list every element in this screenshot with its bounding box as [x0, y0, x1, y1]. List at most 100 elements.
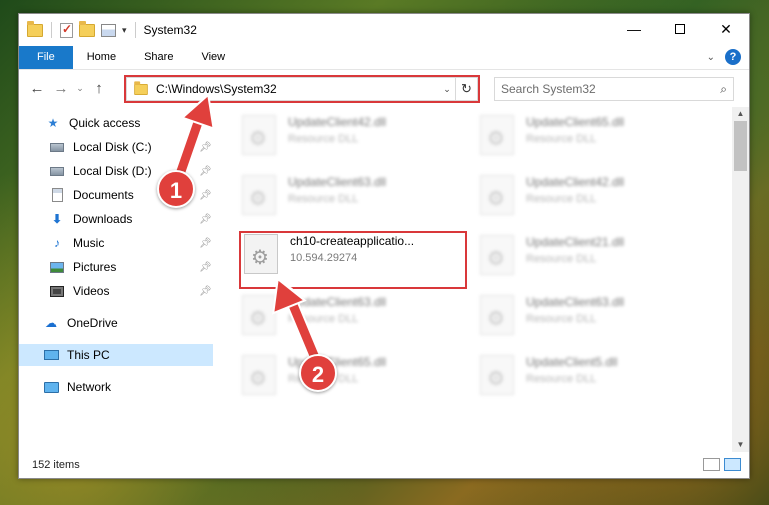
large-icons-view-icon[interactable]	[724, 458, 741, 471]
sidebar-item-this-pc[interactable]: This PC	[19, 344, 213, 366]
scroll-thumb[interactable]	[734, 121, 747, 171]
file-item[interactable]: UpdateClient5.dll Resource DLL	[480, 355, 617, 395]
file-item[interactable]: UpdateClient63.dll Resource DLL	[480, 295, 624, 335]
file-name: UpdateClient42.dll	[526, 175, 625, 189]
toolbar-separator	[134, 22, 136, 38]
sidebar-item-network[interactable]: Network	[19, 376, 213, 398]
pin-icon[interactable]: 📌︎	[199, 214, 212, 225]
folder-icon	[134, 80, 148, 95]
dll-file-icon	[480, 355, 514, 395]
pictures-icon	[50, 261, 64, 273]
file-version: 10.594.29274	[290, 252, 358, 264]
file-type: Resource DLL	[526, 133, 597, 145]
details-view-icon[interactable]	[703, 458, 720, 471]
dll-file-icon	[242, 355, 276, 395]
help-icon[interactable]: ?	[725, 49, 741, 65]
title-bar[interactable]: ▾ System32 — ✕	[19, 14, 749, 46]
refresh-icon[interactable]: ↻	[455, 78, 477, 100]
close-button[interactable]: ✕	[703, 14, 749, 44]
scroll-down-arrow-icon[interactable]: ▼	[732, 438, 749, 452]
dll-file-icon	[242, 295, 276, 335]
tab-file[interactable]: File	[19, 46, 73, 69]
sidebar-item-label: Local Disk (C:)	[73, 140, 152, 154]
tab-home[interactable]: Home	[73, 46, 130, 69]
pin-icon[interactable]: 📌︎	[199, 286, 212, 297]
view-options-icon[interactable]	[101, 23, 116, 37]
sidebar-item-label: This PC	[67, 348, 110, 362]
sidebar-item-label: Videos	[73, 284, 110, 298]
file-type: Resource DLL	[288, 313, 359, 325]
search-icon[interactable]: ⌕	[720, 82, 727, 97]
recent-locations-chevron-icon[interactable]: ⌄	[73, 83, 87, 94]
file-item-target-dll[interactable]: ch10-createapplicatio... 10.594.29274	[244, 234, 414, 274]
back-arrow-icon[interactable]: ←	[25, 80, 49, 97]
sidebar-item-label: Pictures	[73, 260, 117, 274]
file-type: Resource DLL	[526, 253, 597, 265]
file-explorer-window: ▾ System32 — ✕ File Home Share View ⌄ ? …	[18, 13, 750, 479]
sidebar-item-label: Quick access	[69, 116, 141, 130]
file-name: UpdateClient63.dll	[288, 175, 387, 189]
sidebar-item-quick-access[interactable]: ★ Quick access	[19, 112, 213, 134]
file-item[interactable]: UpdateClient21.dll Resource DLL	[480, 235, 624, 275]
address-dropdown-icon[interactable]: ⌄	[439, 84, 455, 95]
sidebar-item-downloads[interactable]: ⬇ Downloads 📌︎	[19, 208, 213, 230]
dll-file-icon	[244, 234, 278, 274]
file-type: Resource DLL	[526, 193, 597, 205]
file-item[interactable]: UpdateClient65.dll Resource DLL	[480, 115, 624, 155]
file-item[interactable]: UpdateClient63.dll Resource DLL	[242, 295, 386, 335]
music-icon: ♪	[54, 236, 60, 250]
ribbon-tabs: File Home Share View ⌄ ?	[19, 46, 749, 69]
sidebar-item-pictures[interactable]: Pictures 📌︎	[19, 256, 213, 278]
file-item[interactable]: UpdateClient42.dll Resource DLL	[242, 115, 386, 155]
file-type: Resource DLL	[526, 313, 597, 325]
ribbon-right-controls: ⌄ ?	[707, 49, 741, 65]
expand-ribbon-chevron-icon[interactable]: ⌄	[707, 52, 715, 63]
step-1-badge: 1	[157, 170, 195, 208]
file-list: UpdateClient42.dll Resource DLL UpdateCli…	[213, 107, 749, 452]
file-name: UpdateClient42.dll	[288, 115, 387, 129]
sidebar-item-label: Network	[67, 380, 112, 394]
sidebar-item-onedrive[interactable]: ☁ OneDrive	[19, 312, 213, 334]
step-2-badge: 2	[299, 354, 337, 392]
search-input[interactable]	[501, 82, 721, 96]
forward-arrow-icon[interactable]: →	[49, 80, 73, 97]
customize-toolbar-dropdown-icon[interactable]: ▾	[122, 25, 127, 36]
address-row: ← → ⌄ ↑ C:\Windows\System32 ⌄ ↻ ⌕	[19, 69, 749, 107]
sidebar-item-local-disk-c[interactable]: Local Disk (C:) 📌︎	[19, 136, 213, 158]
address-path[interactable]: C:\Windows\System32	[156, 82, 439, 96]
pin-icon[interactable]: 📌︎	[199, 166, 212, 177]
file-name: UpdateClient65.dll	[526, 115, 625, 129]
sidebar-item-videos[interactable]: Videos 📌︎	[19, 280, 213, 302]
file-item[interactable]: UpdateClient63.dll Resource DLL	[242, 175, 386, 215]
quick-access-toolbar: ▾	[19, 20, 138, 38]
folder-icon	[27, 20, 43, 37]
navigation-pane: ★ Quick access Local Disk (C:) 📌︎ Local …	[19, 107, 213, 452]
new-folder-icon[interactable]	[79, 20, 95, 37]
pin-icon[interactable]: 📌︎	[199, 142, 212, 153]
tab-share[interactable]: Share	[130, 46, 187, 69]
file-item[interactable]: UpdateClient42.dll Resource DLL	[480, 175, 624, 215]
pin-icon[interactable]: 📌︎	[199, 238, 212, 249]
sidebar-item-music[interactable]: ♪ Music 📌︎	[19, 232, 213, 254]
network-icon	[43, 381, 59, 393]
vertical-scrollbar[interactable]: ▲ ▼	[732, 107, 749, 452]
properties-check-icon[interactable]	[60, 22, 73, 38]
dll-file-icon	[480, 295, 514, 335]
pin-icon[interactable]: 📌︎	[199, 190, 212, 201]
file-type: Resource DLL	[526, 373, 597, 385]
star-icon: ★	[47, 116, 59, 130]
up-arrow-icon[interactable]: ↑	[87, 80, 111, 97]
sidebar-item-label: Documents	[73, 188, 134, 202]
scroll-up-arrow-icon[interactable]: ▲	[732, 107, 749, 121]
minimize-button[interactable]: —	[611, 14, 657, 44]
pin-icon[interactable]: 📌︎	[199, 262, 212, 273]
tab-view[interactable]: View	[187, 46, 239, 69]
search-box[interactable]: ⌕	[494, 77, 734, 101]
maximize-button[interactable]	[657, 14, 703, 44]
status-bar: 152 items	[19, 452, 749, 478]
window-title: System32	[143, 23, 197, 37]
file-name: UpdateClient21.dll	[526, 235, 625, 249]
window-controls: — ✕	[611, 14, 749, 44]
file-type: Resource DLL	[288, 193, 359, 205]
address-bar[interactable]: C:\Windows\System32 ⌄ ↻	[126, 77, 478, 101]
